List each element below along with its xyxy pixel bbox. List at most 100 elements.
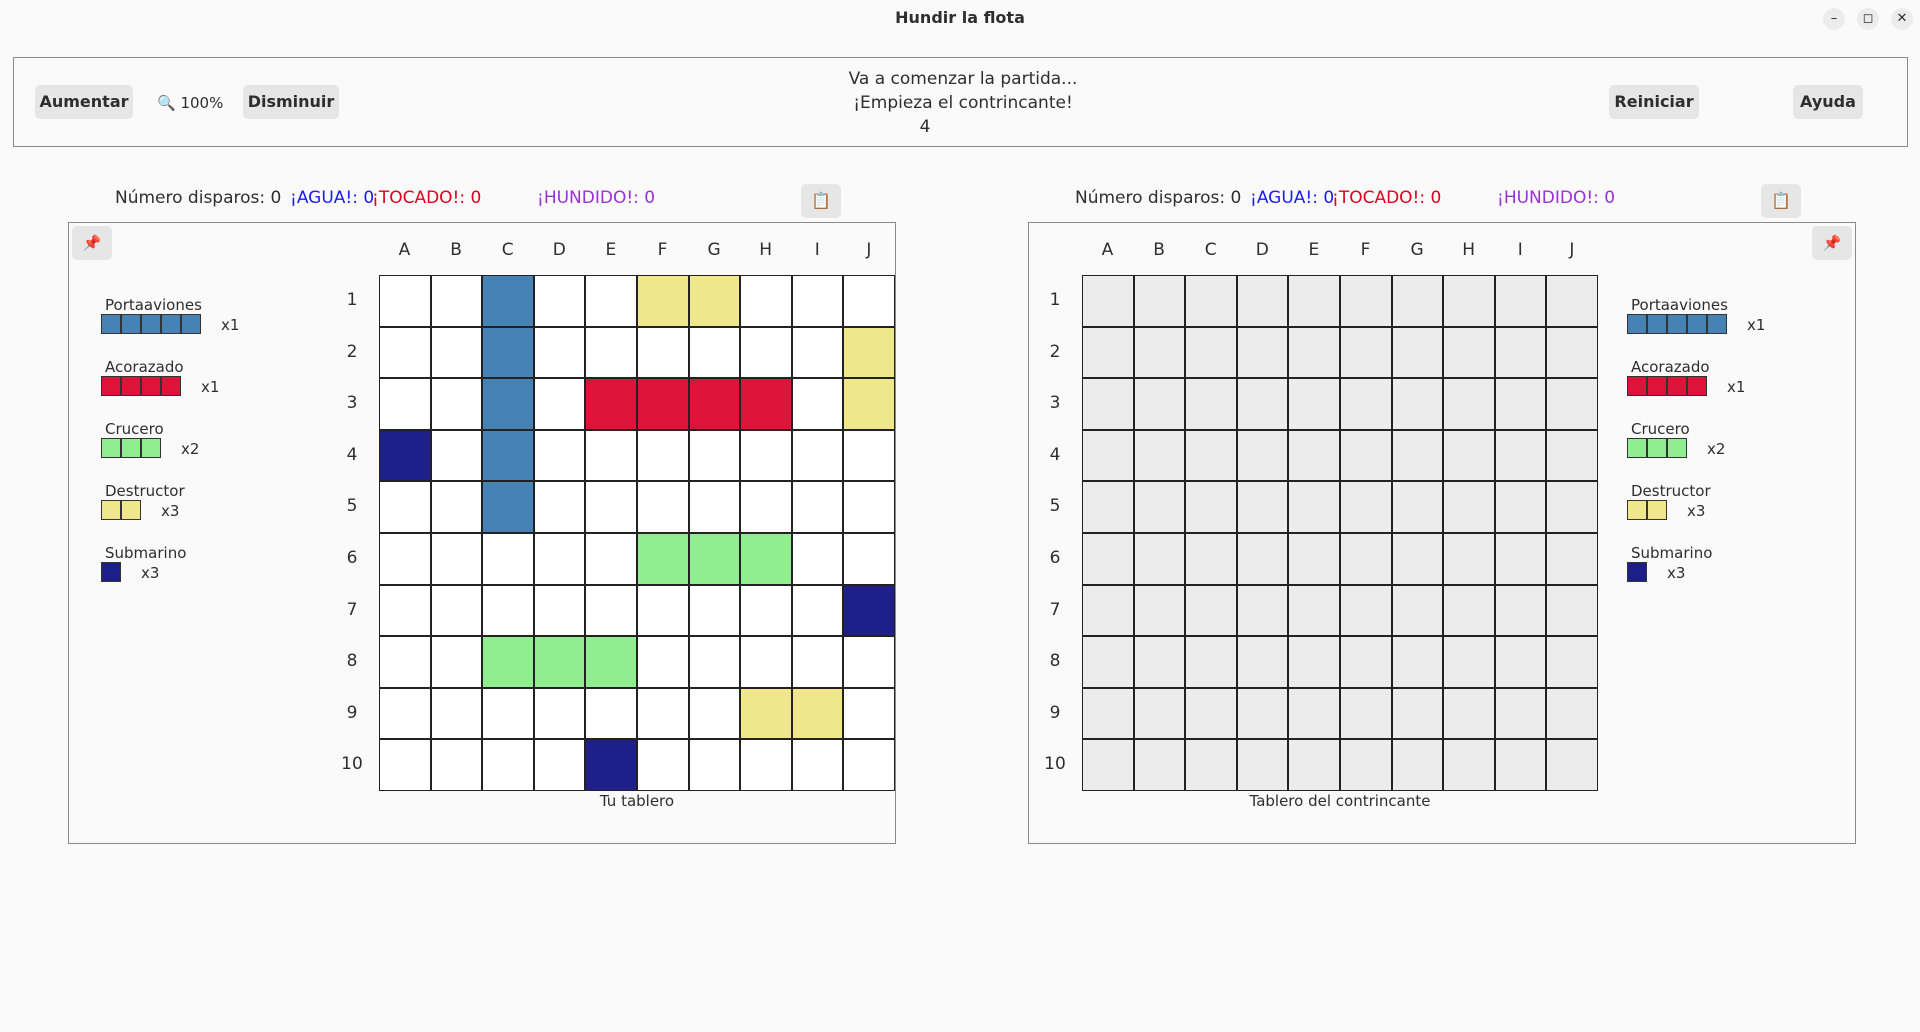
- board-cell-c8[interactable]: [1185, 636, 1237, 688]
- board-cell-i5[interactable]: [1494, 481, 1547, 533]
- board-cell-b1[interactable]: [1133, 275, 1186, 327]
- board-cell-e3[interactable]: [1288, 378, 1340, 430]
- board-cell-c7[interactable]: [1185, 584, 1237, 637]
- board-cell-h4[interactable]: [1443, 429, 1495, 482]
- board-cell-i4[interactable]: [1494, 429, 1547, 482]
- board-cell-d3[interactable]: [1236, 378, 1289, 430]
- board-cell-e1[interactable]: [1288, 275, 1340, 327]
- board-cell-c3[interactable]: [1185, 378, 1237, 430]
- board-cell-g7[interactable]: [1391, 584, 1444, 637]
- board-cell-j7[interactable]: [1546, 584, 1598, 637]
- board-cell-h2[interactable]: [1443, 326, 1495, 379]
- board-cell-f2[interactable]: [1339, 326, 1392, 379]
- board-cell-e2[interactable]: [1288, 326, 1340, 379]
- board-cell-g1[interactable]: [1391, 275, 1444, 327]
- board-cell-j5[interactable]: [1546, 481, 1598, 533]
- board-cell-d8[interactable]: [1236, 636, 1289, 688]
- board-cell-c9[interactable]: [1185, 687, 1237, 740]
- board-cell-h9[interactable]: [1443, 687, 1495, 740]
- board-cell-g9[interactable]: [1391, 687, 1444, 740]
- board-cell-e5[interactable]: [1288, 481, 1340, 533]
- board-cell-h8[interactable]: [1443, 636, 1495, 688]
- board-cell-f1[interactable]: [1339, 275, 1392, 327]
- board-cell-j6[interactable]: [1546, 532, 1598, 585]
- board-cell-i8[interactable]: [1494, 636, 1547, 688]
- board-cell-d4[interactable]: [1236, 429, 1289, 482]
- board-cell-i6[interactable]: [1494, 532, 1547, 585]
- board-cell-d1[interactable]: [1236, 275, 1289, 327]
- board-cell-e8[interactable]: [1288, 636, 1340, 688]
- help-button[interactable]: Ayuda: [1793, 85, 1863, 119]
- board-cell-b8[interactable]: [1133, 636, 1186, 688]
- minimize-button[interactable]: –: [1823, 8, 1845, 30]
- board-cell-a3[interactable]: [1082, 378, 1134, 430]
- board-cell-i10[interactable]: [1494, 739, 1547, 791]
- board-cell-a1[interactable]: [1082, 275, 1134, 327]
- board-cell-c2[interactable]: [1185, 326, 1237, 379]
- board-cell-h10[interactable]: [1443, 739, 1495, 791]
- board-cell-f3[interactable]: [1339, 378, 1392, 430]
- board-cell-b5[interactable]: [1133, 481, 1186, 533]
- board-cell-d2[interactable]: [1236, 326, 1289, 379]
- player-pin-button[interactable]: 📌: [72, 226, 112, 260]
- board-cell-g5[interactable]: [1391, 481, 1444, 533]
- opponent-board[interactable]: [1082, 275, 1598, 791]
- board-cell-g6[interactable]: [1391, 532, 1444, 585]
- board-cell-j1[interactable]: [1546, 275, 1598, 327]
- board-cell-i1[interactable]: [1494, 275, 1547, 327]
- board-cell-h6[interactable]: [1443, 532, 1495, 585]
- board-cell-f8[interactable]: [1339, 636, 1392, 688]
- board-cell-b7[interactable]: [1133, 584, 1186, 637]
- board-cell-d5[interactable]: [1236, 481, 1289, 533]
- board-cell-i9[interactable]: [1494, 687, 1547, 740]
- board-cell-b3[interactable]: [1133, 378, 1186, 430]
- board-cell-g3[interactable]: [1391, 378, 1444, 430]
- board-cell-f10[interactable]: [1339, 739, 1392, 791]
- board-cell-j2[interactable]: [1546, 326, 1598, 379]
- board-cell-j9[interactable]: [1546, 687, 1598, 740]
- board-cell-a7[interactable]: [1082, 584, 1134, 637]
- board-cell-j10[interactable]: [1546, 739, 1598, 791]
- board-cell-d7[interactable]: [1236, 584, 1289, 637]
- board-cell-a4[interactable]: [1082, 429, 1134, 482]
- board-cell-i2[interactable]: [1494, 326, 1547, 379]
- board-cell-j8[interactable]: [1546, 636, 1598, 688]
- board-cell-c10[interactable]: [1185, 739, 1237, 791]
- board-cell-b10[interactable]: [1133, 739, 1186, 791]
- player-copy-button[interactable]: 📋: [801, 184, 841, 218]
- board-cell-a8[interactable]: [1082, 636, 1134, 688]
- board-cell-j4[interactable]: [1546, 429, 1598, 482]
- board-cell-f6[interactable]: [1339, 532, 1392, 585]
- board-cell-e4[interactable]: [1288, 429, 1340, 482]
- decrease-zoom-button[interactable]: Disminuir: [243, 85, 339, 119]
- board-cell-e10[interactable]: [1288, 739, 1340, 791]
- restart-button[interactable]: Reiniciar: [1609, 85, 1699, 119]
- board-cell-a9[interactable]: [1082, 687, 1134, 740]
- board-cell-g2[interactable]: [1391, 326, 1444, 379]
- board-cell-b4[interactable]: [1133, 429, 1186, 482]
- board-cell-h3[interactable]: [1443, 378, 1495, 430]
- increase-zoom-button[interactable]: Aumentar: [35, 85, 133, 119]
- board-cell-c1[interactable]: [1185, 275, 1237, 327]
- board-cell-b9[interactable]: [1133, 687, 1186, 740]
- board-cell-d10[interactable]: [1236, 739, 1289, 791]
- close-button[interactable]: ✕: [1891, 8, 1913, 30]
- board-cell-h7[interactable]: [1443, 584, 1495, 637]
- maximize-button[interactable]: ◻: [1857, 8, 1879, 30]
- board-cell-d9[interactable]: [1236, 687, 1289, 740]
- board-cell-a6[interactable]: [1082, 532, 1134, 585]
- board-cell-e9[interactable]: [1288, 687, 1340, 740]
- board-cell-e7[interactable]: [1288, 584, 1340, 637]
- board-cell-f7[interactable]: [1339, 584, 1392, 637]
- board-cell-b6[interactable]: [1133, 532, 1186, 585]
- board-cell-e6[interactable]: [1288, 532, 1340, 585]
- opponent-pin-button[interactable]: 📌: [1812, 226, 1852, 260]
- board-cell-i7[interactable]: [1494, 584, 1547, 637]
- board-cell-g10[interactable]: [1391, 739, 1444, 791]
- board-cell-g8[interactable]: [1391, 636, 1444, 688]
- opponent-copy-button[interactable]: 📋: [1761, 184, 1801, 218]
- board-cell-a2[interactable]: [1082, 326, 1134, 379]
- board-cell-a5[interactable]: [1082, 481, 1134, 533]
- board-cell-d6[interactable]: [1236, 532, 1289, 585]
- board-cell-h5[interactable]: [1443, 481, 1495, 533]
